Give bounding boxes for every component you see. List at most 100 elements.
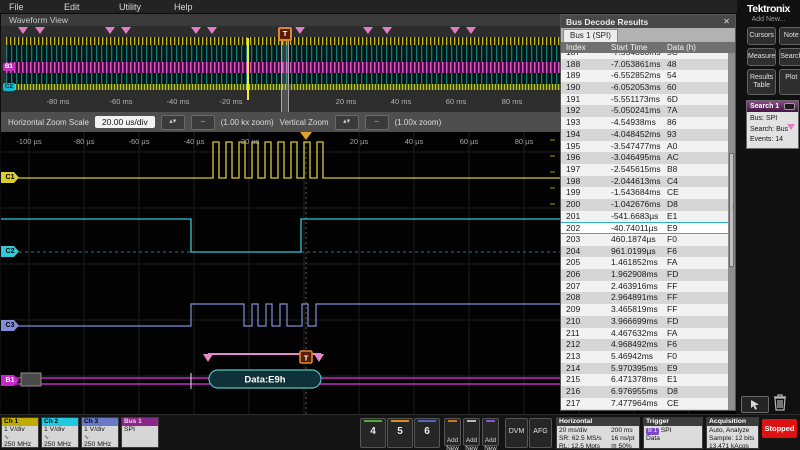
ch2-overview-badge[interactable]: C2 — [3, 83, 15, 91]
table-row[interactable]: 201 -541.6683µs E1 — [561, 211, 728, 223]
add-new-math-button[interactable]: Add New Math — [444, 418, 461, 446]
afg-button[interactable]: AFG — [529, 418, 552, 448]
table-row[interactable]: 208 2.964891ms FF — [561, 292, 728, 304]
ch3-settings-badge[interactable]: Ch 3 1 V/div ∿ 250 MHz ⌁ — [81, 417, 119, 448]
tektronix-logo: Tektronix — [737, 3, 800, 15]
table-row[interactable]: 207 2.463916ms FF — [561, 281, 728, 293]
table-row[interactable]: 199 -1.543684ms CE — [561, 187, 728, 199]
add-new-ref-button[interactable]: Add New Ref — [463, 418, 480, 446]
table-row[interactable]: 206 1.962908ms FD — [561, 269, 728, 281]
cursor-icon — [749, 399, 761, 410]
ch1-settings-badge[interactable]: Ch 1 1 V/div ∿ 250 MHz ⌁ — [1, 417, 39, 448]
table-row[interactable]: 213 5.46942ms F0 — [561, 351, 728, 363]
horizontal-panel[interactable]: Horizontal 20 ms/div200 ms SR: 62.5 MS/s… — [556, 417, 640, 449]
measure-button[interactable]: Measure — [747, 48, 776, 66]
zoom-window-cursor[interactable] — [247, 38, 249, 100]
search-event-marker-icon[interactable] — [18, 27, 28, 34]
scrollbar-thumb[interactable]: ⋮ — [729, 153, 734, 267]
table-row[interactable]: 211 4.467632ms FA — [561, 328, 728, 340]
search-event-marker-icon[interactable] — [105, 27, 115, 34]
bus1-overview-badge[interactable]: B1 — [3, 63, 15, 71]
trash-button[interactable] — [772, 393, 788, 416]
h-zoom-stepper-button[interactable]: ▴▾ — [161, 115, 185, 130]
search-event-marker-icon[interactable] — [121, 27, 131, 34]
bus1-settings-badge[interactable]: Bus 1 SPI — [121, 417, 159, 448]
results-table-button[interactable]: Results Table — [747, 69, 776, 95]
table-row[interactable]: 217 7.477964ms CE — [561, 398, 728, 410]
channel-5-button[interactable]: 5 — [387, 418, 413, 448]
search-event-marker-icon[interactable] — [363, 27, 373, 34]
table-row[interactable]: 202 -40.74011µs E9 — [561, 222, 728, 234]
table-row[interactable]: 197 -2.545615ms B8 — [561, 164, 728, 176]
trigger-marker-icon[interactable]: T — [278, 27, 292, 41]
add-new-label[interactable]: Add New... — [737, 16, 800, 23]
search-event-marker-icon[interactable] — [314, 354, 324, 362]
table-row[interactable]: 212 4.968492ms F6 — [561, 339, 728, 351]
ac-coupling-icon: ∿ — [4, 435, 9, 441]
table-row[interactable]: 210 3.966699ms FD — [561, 316, 728, 328]
channel-4-button[interactable]: 4 — [360, 418, 386, 448]
close-icon[interactable]: ✕ — [723, 17, 730, 26]
results-scrollbar[interactable]: ⋮ — [728, 53, 735, 410]
table-row[interactable]: 209 3.465819ms FF — [561, 304, 728, 316]
menu-file[interactable]: File — [9, 2, 55, 12]
search-event-marker-icon[interactable] — [203, 354, 213, 362]
table-row[interactable]: 189 -6.552852ms 54 — [561, 70, 728, 82]
cursors-button[interactable]: Cursors — [747, 27, 776, 45]
acquisition-panel[interactable]: Acquisition Auto, Analyze Sample: 12 bit… — [706, 417, 759, 449]
search-event-marker-icon[interactable] — [207, 27, 217, 34]
overview-axis-label: -20 ms — [220, 97, 243, 106]
table-row[interactable]: 203 460.1874µs F0 — [561, 234, 728, 246]
horizontal-title: Horizontal — [557, 418, 639, 426]
trigger-position-band[interactable] — [281, 38, 289, 112]
table-row[interactable]: 200 -1.042676ms D8 — [561, 199, 728, 211]
results-rows[interactable]: 187 -7.554800ms 5C 188 -7.053861ms 48 18… — [561, 53, 735, 410]
table-row[interactable]: 198 -2.044613ms C4 — [561, 176, 728, 188]
search-button[interactable]: Search — [779, 48, 800, 66]
table-row[interactable]: 190 -6.052053ms 60 — [561, 82, 728, 94]
table-row[interactable]: 214 5.970395ms E9 — [561, 363, 728, 375]
table-row[interactable]: 193 -4.54938ms 86 — [561, 117, 728, 129]
run-stop-button[interactable]: Stopped — [762, 419, 797, 438]
table-row[interactable]: 191 -5.551173ms 6D — [561, 94, 728, 106]
search-event-marker-icon[interactable] — [35, 27, 45, 34]
trigger-panel[interactable]: Trigger B 1 SPI Data — [643, 417, 703, 449]
col-data: Data (h) — [667, 42, 735, 53]
table-row[interactable]: 204 961.0199µs F6 — [561, 246, 728, 258]
search-event-marker-icon[interactable] — [295, 27, 305, 34]
menu-edit[interactable]: Edit — [64, 2, 110, 12]
table-row[interactable]: 205 1.461852ms FA — [561, 257, 728, 269]
note-button[interactable]: Note — [779, 27, 800, 45]
menu-help[interactable]: Help — [174, 2, 220, 12]
h-zoom-scale-value[interactable]: 20.00 us/div — [95, 116, 155, 128]
mouse-mode-button[interactable] — [741, 396, 769, 413]
table-row[interactable]: 218 7.978892ms C4 — [561, 409, 728, 410]
search-marker-icon — [787, 124, 795, 130]
table-row[interactable]: 196 -3.046495ms AC — [561, 152, 728, 164]
h-zoom-minus-button[interactable]: – — [191, 115, 215, 130]
table-row[interactable]: 216 6.976955ms D8 — [561, 386, 728, 398]
table-row[interactable]: 194 -4.048452ms 93 — [561, 129, 728, 141]
trigger-marker-icon[interactable]: T — [300, 351, 312, 363]
search-event-marker-icon[interactable] — [466, 27, 476, 34]
results-panel-titlebar[interactable]: Bus Decode Results ✕ — [561, 15, 735, 28]
search-event-marker-icon[interactable] — [382, 27, 392, 34]
v-zoom-stepper-button[interactable]: ▴▾ — [335, 115, 359, 130]
table-row[interactable]: 188 -7.053861ms 48 — [561, 59, 728, 71]
table-row[interactable]: 192 -5.050241ms 7A — [561, 105, 728, 117]
v-zoom-minus-button[interactable]: – — [365, 115, 389, 130]
add-new-bus-button[interactable]: Add New Bus — [482, 418, 499, 446]
tab-bus1-spi[interactable]: Bus 1 (SPI) — [563, 29, 618, 42]
table-row[interactable]: 195 -3.547477ms A0 — [561, 141, 728, 153]
search-display-toggle-icon[interactable] — [784, 103, 795, 110]
dvm-button[interactable]: DVM — [505, 418, 528, 448]
plot-button[interactable]: Plot — [779, 69, 800, 95]
search1-panel[interactable]: Search 1 Bus: SPI Search: Bus Events: 14 — [746, 100, 799, 149]
ch2-settings-badge[interactable]: Ch 2 1 V/div ∿ 250 MHz ⌁ — [41, 417, 79, 448]
table-row[interactable]: 215 6.471378ms E1 — [561, 374, 728, 386]
search-event-marker-icon[interactable] — [191, 27, 201, 34]
channel-6-button[interactable]: 6 — [414, 418, 440, 448]
menu-utility[interactable]: Utility — [119, 2, 165, 12]
search-event-marker-icon[interactable] — [450, 27, 460, 34]
bus-decode-bubble[interactable]: Data:E9h — [209, 370, 321, 388]
